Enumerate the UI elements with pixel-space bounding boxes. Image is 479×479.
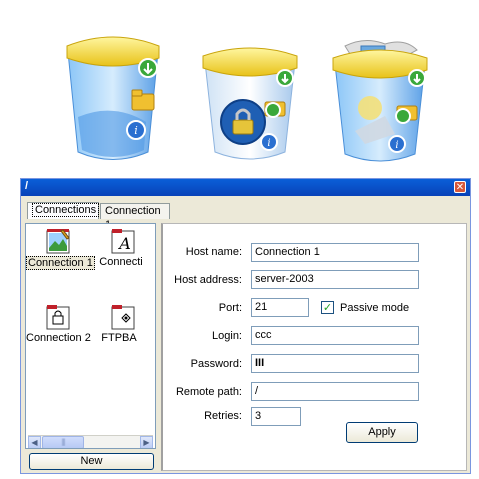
locked-bin-icon: i <box>202 47 298 160</box>
empty-bin-icon: i <box>66 36 160 160</box>
connections-window: / ✕ Connections Connection 1 Connection … <box>20 178 471 474</box>
passive-mode-label: Passive mode <box>340 302 410 314</box>
svg-text:A: A <box>117 234 131 253</box>
password-input[interactable]: III <box>251 354 419 373</box>
connection-lock-icon <box>46 305 70 330</box>
host-address-label: Host address: <box>174 274 242 286</box>
bin-icons-area: i i i <box>0 0 479 175</box>
remote-path-label: Remote path: <box>175 386 242 398</box>
connection-form: Host name: Connection 1 Host address: se… <box>161 223 467 471</box>
host-name-input[interactable]: Connection 1 <box>251 243 419 262</box>
host-name-label: Host name: <box>185 246 242 258</box>
tab-connection-1[interactable]: Connection 1 <box>100 203 170 231</box>
chevron-left-icon: ◀ <box>31 438 38 447</box>
apply-button[interactable]: Apply <box>346 422 418 443</box>
scrollbar-thumb[interactable]: ||| <box>42 436 84 448</box>
list-item-label: FTPBA <box>101 332 137 344</box>
host-address-input[interactable]: server-2003 <box>251 270 419 289</box>
close-icon: ✕ <box>455 182 465 193</box>
login-input[interactable]: ccc <box>251 326 419 345</box>
remote-path-input[interactable]: / <box>251 382 419 401</box>
scroll-right-button[interactable]: ▶ <box>140 436 153 448</box>
title-bar[interactable]: / ✕ <box>21 179 470 196</box>
login-label: Login: <box>212 330 242 342</box>
password-label: Password: <box>190 358 242 370</box>
list-item-connection-2[interactable]: Connection 2 <box>26 304 91 344</box>
connections-list[interactable]: Connection 1 A Connecti Connection 2 FTP… <box>25 223 156 449</box>
window-title: / <box>25 180 29 192</box>
new-connection-button[interactable]: New <box>29 453 154 470</box>
tab-connections[interactable]: Connections <box>27 202 100 219</box>
retries-label: Retries: <box>204 410 242 422</box>
svg-text:i: i <box>267 138 270 149</box>
port-input[interactable]: 21 <box>251 298 309 317</box>
list-item-connection-text[interactable]: A Connecti <box>92 228 154 268</box>
passive-mode-checkbox[interactable]: ✓ <box>321 301 334 314</box>
list-item-ftpba[interactable]: FTPBA <box>92 304 154 344</box>
connection-target-icon <box>111 305 135 330</box>
retries-input[interactable]: 3 <box>251 407 301 426</box>
check-icon: ✓ <box>322 301 333 314</box>
close-button[interactable]: ✕ <box>454 181 466 193</box>
list-item-connection-1[interactable]: Connection 1 <box>26 228 95 270</box>
scroll-left-button[interactable]: ◀ <box>28 436 41 448</box>
connection-picture-icon <box>46 229 70 254</box>
apply-button-label: Apply <box>368 426 396 438</box>
tab-connections-label: Connections <box>32 203 100 217</box>
port-label: Port: <box>218 302 242 314</box>
chevron-right-icon: ▶ <box>143 438 150 447</box>
full-bin-icon: i <box>332 40 428 162</box>
horizontal-scrollbar[interactable]: ◀ ||| ▶ <box>28 435 153 448</box>
list-item-label: Connecti <box>99 256 143 268</box>
svg-text:i: i <box>134 124 138 137</box>
list-item-label: Connection 2 <box>26 332 91 344</box>
connection-text-icon: A <box>111 229 135 254</box>
svg-text:i: i <box>395 140 398 151</box>
list-item-label: Connection 1 <box>26 256 95 270</box>
